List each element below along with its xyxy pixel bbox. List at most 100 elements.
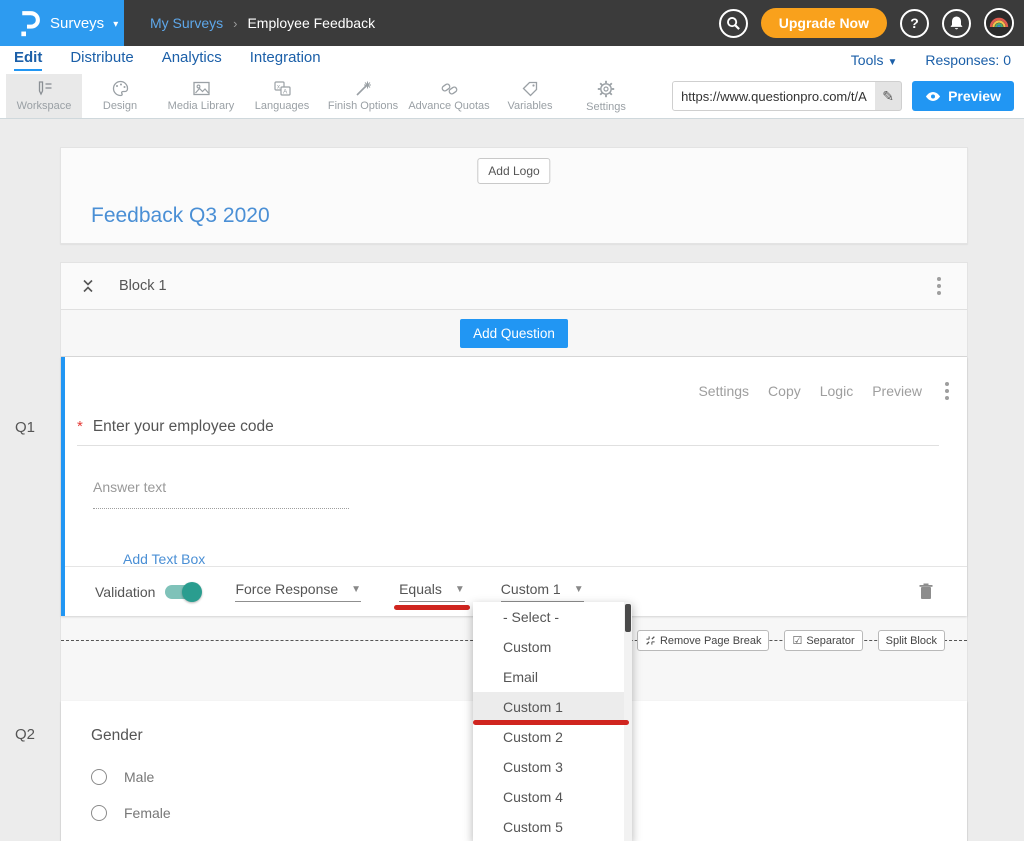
dropdown-option-select[interactable]: - Select -: [473, 602, 632, 632]
question-card-q1: Settings Copy Logic Preview * Enter your…: [61, 357, 967, 616]
dropdown-option-email[interactable]: Email: [473, 662, 632, 692]
question-copy-link[interactable]: Copy: [768, 383, 801, 399]
operator-dropdown[interactable]: Equals ▼: [399, 581, 465, 602]
toolbar-item-finish-options[interactable]: Finish Options: [320, 74, 406, 118]
notifications-button[interactable]: [942, 9, 971, 38]
separator-button[interactable]: ☑ Separator: [784, 630, 862, 651]
dropdown-scrollbar-thumb[interactable]: [625, 604, 631, 632]
tools-dropdown[interactable]: Tools▼: [851, 52, 898, 68]
questionpro-logo-icon: [16, 8, 41, 39]
wand-icon: [354, 80, 373, 97]
survey-header-card: Add Logo Feedback Q3 2020: [60, 147, 968, 244]
preview-button[interactable]: Preview: [912, 81, 1014, 111]
question-text-row: * Enter your employee code: [77, 418, 939, 446]
dropdown-option-custom[interactable]: Custom: [473, 632, 632, 662]
editor-canvas: Q1 Q2 Add Logo Feedback Q3 2020 Block 1 …: [0, 119, 1024, 841]
delete-validation-button[interactable]: [919, 583, 933, 600]
workspace-icon: [35, 80, 54, 97]
translate-icon: A x: [273, 80, 292, 97]
block-title[interactable]: Block 1: [119, 278, 167, 294]
toolbar-label: Languages: [255, 100, 309, 112]
broken-link-icon: [645, 635, 656, 646]
question-settings-link[interactable]: Settings: [698, 383, 749, 399]
question-text-q1[interactable]: Enter your employee code: [93, 418, 274, 436]
radio-button-icon[interactable]: [91, 769, 107, 785]
dropdown-option-custom2[interactable]: Custom 2: [473, 722, 632, 752]
user-avatar[interactable]: [984, 8, 1014, 38]
toolbar-item-settings[interactable]: Settings: [568, 74, 644, 118]
caret-down-icon: ▼: [887, 57, 897, 68]
checkbox-checked-icon: ☑: [792, 634, 802, 647]
validation-value-dropdown-menu: - Select - Custom Email Custom 1 Custom …: [473, 602, 632, 841]
trash-icon: [919, 583, 933, 600]
answer-placeholder: Answer text: [93, 479, 166, 495]
svg-text:A: A: [283, 89, 288, 96]
question-logic-link[interactable]: Logic: [820, 383, 853, 399]
add-logo-button[interactable]: Add Logo: [477, 158, 550, 184]
preview-label: Preview: [948, 88, 1001, 104]
caret-down-icon: ▼: [351, 584, 361, 595]
add-question-button[interactable]: Add Question: [460, 319, 568, 348]
toolbar-label: Media Library: [168, 100, 235, 112]
gear-icon: [597, 80, 615, 98]
required-asterisk: *: [77, 418, 83, 435]
kebab-icon: [945, 382, 949, 386]
nav-right-group: Tools▼ Responses: 0: [851, 52, 1011, 68]
eye-icon: [925, 91, 941, 102]
image-icon: [192, 80, 211, 97]
help-button[interactable]: ?: [900, 9, 929, 38]
survey-url-input[interactable]: [673, 82, 875, 110]
toolbar-item-media-library[interactable]: Media Library: [158, 74, 244, 118]
dropdown-option-custom1[interactable]: Custom 1: [473, 692, 632, 722]
answer-option-label: Male: [124, 769, 154, 785]
tab-distribute[interactable]: Distribute: [70, 49, 133, 71]
toolbar-label: Design: [103, 100, 137, 112]
nav-tabs: Edit Distribute Analytics Integration: [14, 49, 321, 71]
radio-button-icon[interactable]: [91, 805, 107, 821]
validation-value: Custom 1: [501, 581, 561, 597]
force-response-dropdown[interactable]: Force Response ▼: [235, 581, 361, 602]
chevron-down-icon: ▾: [113, 19, 118, 30]
section-nav-bar: Edit Distribute Analytics Integration To…: [0, 46, 1024, 74]
tab-integration[interactable]: Integration: [250, 49, 321, 71]
tab-edit[interactable]: Edit: [14, 49, 42, 71]
editor-toolbar: Workspace Design Media Library A x: [0, 74, 1024, 119]
toolbar-item-workspace[interactable]: Workspace: [6, 74, 82, 118]
validation-toggle[interactable]: [165, 585, 199, 599]
remove-page-break-button[interactable]: Remove Page Break: [637, 630, 770, 651]
validation-value-dropdown[interactable]: Custom 1 ▼: [501, 581, 584, 602]
block-menu-button[interactable]: [933, 273, 945, 299]
answer-text-field[interactable]: Answer text: [93, 479, 349, 509]
search-icon: [726, 16, 741, 31]
upgrade-now-button[interactable]: Upgrade Now: [761, 8, 887, 38]
toolbar-item-design[interactable]: Design: [82, 74, 158, 118]
question-menu-button[interactable]: [941, 378, 953, 404]
validation-label: Validation: [95, 584, 155, 600]
survey-title[interactable]: Feedback Q3 2020: [91, 204, 270, 228]
toolbar-item-languages[interactable]: A x Languages: [244, 74, 320, 118]
responses-count[interactable]: Responses: 0: [925, 52, 1011, 68]
tab-analytics[interactable]: Analytics: [162, 49, 222, 71]
add-text-box-link[interactable]: Add Text Box: [123, 551, 205, 567]
toolbar-item-advance-quotas[interactable]: Advance Quotas: [406, 74, 492, 118]
operator-value: Equals: [399, 581, 442, 597]
dropdown-option-custom3[interactable]: Custom 3: [473, 752, 632, 782]
separator-label: Separator: [806, 635, 854, 647]
toolbar-item-variables[interactable]: Variables: [492, 74, 568, 118]
edit-url-pencil-icon[interactable]: ✎: [875, 88, 901, 105]
kebab-icon: [937, 277, 941, 281]
breadcrumb-my-surveys[interactable]: My Surveys: [150, 15, 223, 31]
breadcrumb-current-survey: Employee Feedback: [247, 15, 375, 31]
remove-page-break-label: Remove Page Break: [660, 635, 762, 647]
split-block-label: Split Block: [886, 635, 937, 647]
product-menu[interactable]: Surveys ▾: [0, 0, 124, 46]
avatar-rainbow-icon: [986, 10, 1012, 36]
search-button[interactable]: [719, 9, 748, 38]
toolbar-label: Advance Quotas: [408, 100, 489, 112]
dropdown-option-custom4[interactable]: Custom 4: [473, 782, 632, 812]
collapse-block-button[interactable]: [81, 278, 95, 294]
question-preview-link[interactable]: Preview: [872, 383, 922, 399]
question-mark-icon: ?: [910, 15, 919, 31]
dropdown-option-custom5[interactable]: Custom 5: [473, 812, 632, 841]
split-block-button[interactable]: Split Block: [878, 630, 945, 651]
